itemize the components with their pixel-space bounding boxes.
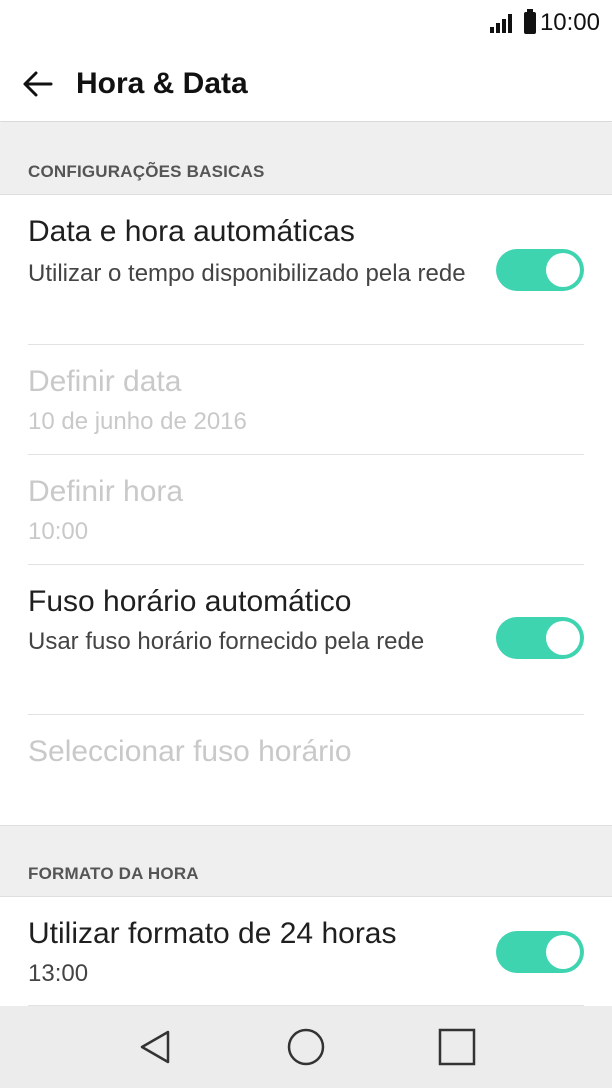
setting-title: Data e hora automáticas — [28, 215, 355, 248]
setting-value: 10:00 — [28, 518, 89, 545]
app-bar: Hora & Data — [0, 46, 612, 122]
setting-set-time[interactable]: Definir hora 10:00 — [0, 455, 612, 565]
setting-title: Utilizar formato de 24 horas — [28, 917, 397, 950]
setting-title: Fuso horário automático — [28, 585, 352, 618]
setting-24h-format[interactable]: Utilizar formato de 24 horas 13:00 — [0, 897, 612, 1006]
setting-title: Definir data — [28, 365, 182, 398]
triangle-back-icon — [141, 1030, 170, 1064]
section-header-basic: CONFIGURAÇÕES BASICAS — [0, 123, 612, 195]
circle-home-icon — [287, 1028, 325, 1066]
auto-timezone-toggle[interactable] — [496, 617, 584, 659]
page-title: Hora & Data — [76, 66, 248, 100]
nav-back-button[interactable] — [125, 1017, 185, 1077]
nav-recents-button[interactable] — [427, 1017, 487, 1077]
status-bar: 10:00 — [0, 0, 612, 46]
setting-select-timezone[interactable]: Seleccionar fuso horário — [0, 715, 612, 825]
nav-home-button[interactable] — [276, 1017, 336, 1077]
24h-format-toggle[interactable] — [496, 931, 584, 973]
square-recents-icon — [438, 1028, 475, 1066]
signal-icon — [489, 13, 512, 33]
back-arrow-icon — [23, 71, 53, 96]
toggle-knob — [546, 253, 580, 287]
setting-set-date[interactable]: Definir data 10 de junho de 2016 — [0, 345, 612, 455]
setting-auto-datetime[interactable]: Data e hora automáticas Utilizar o tempo… — [0, 195, 612, 345]
setting-title: Seleccionar fuso horário — [28, 735, 352, 768]
setting-value: 10 de junho de 2016 — [28, 408, 247, 435]
setting-title: Definir hora — [28, 475, 184, 508]
section-label: FORMATO DA HORA — [28, 864, 199, 883]
status-time: 10:00 — [539, 9, 600, 36]
setting-subtitle: Usar fuso horário fornecido pela rede — [28, 628, 425, 655]
setting-value: 13:00 — [28, 960, 89, 987]
battery-icon — [523, 9, 536, 34]
toggle-knob — [546, 621, 580, 655]
section-label: CONFIGURAÇÕES BASICAS — [28, 162, 265, 181]
setting-subtitle: Utilizar o tempo disponibilizado pela re… — [28, 260, 466, 287]
setting-auto-timezone[interactable]: Fuso horário automático Usar fuso horári… — [0, 565, 612, 715]
navigation-bar — [0, 1006, 612, 1088]
back-button[interactable] — [0, 46, 76, 122]
section-header-time-format: FORMATO DA HORA — [0, 825, 612, 897]
toggle-knob — [546, 935, 580, 969]
auto-datetime-toggle[interactable] — [496, 249, 584, 291]
